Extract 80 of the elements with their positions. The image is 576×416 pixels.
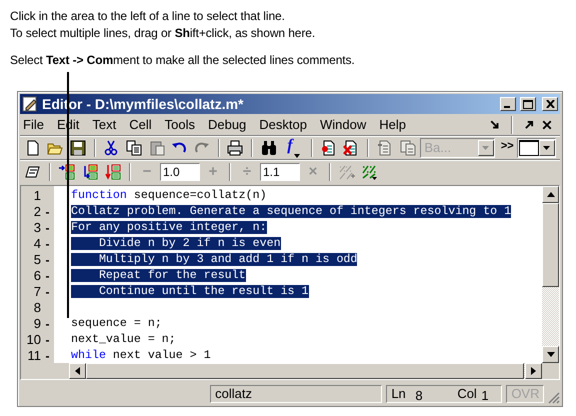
insert-cell-icon[interactable] [59,164,75,180]
line-number: 9 [32,315,41,334]
executable-line-marker: - [44,236,50,253]
cell-jump-icon[interactable] [82,164,98,180]
close-button[interactable] [542,97,558,111]
notepad-icon[interactable] [25,164,41,180]
caret-icon [294,154,300,158]
line-number: 7 [32,283,41,302]
menu-item[interactable]: Cell [129,114,152,134]
close-icon [546,100,554,108]
vertical-scrollbar[interactable] [542,186,559,363]
code-line[interactable]: sequence = n; [71,317,162,330]
caret-icon [482,146,490,150]
printer-icon[interactable] [227,140,244,156]
scissors-icon[interactable] [103,140,120,156]
save-icon[interactable] [70,140,86,156]
cell-down-icon[interactable] [105,164,121,180]
executable-line-marker: - [44,252,50,269]
caret-icon [543,146,550,150]
line-number: 5 [32,251,41,270]
input-field[interactable]: 1.1 [260,163,300,181]
code-area[interactable] [54,186,542,363]
line-number: 1 [32,187,41,206]
editor-app-icon [22,96,38,112]
line-number: 6 [32,267,41,286]
code-line[interactable]: while next value > 1 [71,349,211,362]
input-field[interactable]: 1.0 [160,163,200,181]
line-number: 2 [32,203,41,222]
copy-icon[interactable] [126,140,142,156]
dock-dropdown[interactable] [516,138,556,158]
line-number: 10 [26,331,41,350]
scroll-up-icon[interactable] [546,192,554,197]
more-button[interactable]: >> [500,138,514,154]
resize-grip-icon[interactable] [548,392,560,404]
executable-line-marker: - [44,348,50,363]
executable-line-marker: - [44,268,50,285]
scroll-down-icon[interactable] [546,352,554,357]
menu-item[interactable]: File [23,114,44,134]
status-value: 1 [481,386,490,405]
new-file-icon[interactable] [24,140,41,156]
file-name-panel: collatz [210,385,382,403]
executable-line-marker: - [44,284,50,301]
maximize-icon [523,100,533,108]
menu-item[interactable]: Desktop [259,114,307,134]
dock-icon[interactable] [524,120,534,130]
code-line[interactable]: next_value = n; [71,333,176,346]
code-line[interactable]: function sequence=collatz(n) [71,189,267,202]
scroll-left-icon[interactable] [75,367,80,375]
executable-line-marker: - [44,316,50,333]
undock-icon[interactable] [490,120,500,130]
function-button[interactable]: f [282,138,306,158]
window-title: Editor - D:\mymfiles\collatz.m* [42,94,244,114]
scrollbar-thumb[interactable] [542,203,559,287]
close-icon[interactable] [542,120,552,130]
binoculars-icon[interactable] [260,140,277,156]
line-number: 11 [26,347,41,363]
breakpoint-icon[interactable] [320,140,337,156]
menu-item[interactable]: Tools [164,114,195,134]
menu-item[interactable]: Window [320,114,366,134]
percent-icon[interactable] [362,164,378,180]
caption-text: To select multiple lines, drag or Shift+click, as shown here. [10,25,316,42]
minimize-button[interactable] [500,97,516,111]
caption-text: Click in the area to the left of a line to select that line. [10,8,286,25]
line-number: 3 [32,219,41,238]
executable-line-marker: - [44,220,50,237]
window-layout-icon [518,140,539,156]
menu-item[interactable]: Help [379,114,406,134]
menu-item[interactable]: Debug [208,114,246,134]
status-label: Col [457,385,478,404]
maximize-button[interactable] [520,97,536,111]
clear-breakpoints-icon[interactable] [343,140,360,156]
executable-line-marker: - [44,332,50,349]
line-number: 4 [32,235,41,254]
executable-line-marker: - [44,204,50,221]
scroll-right-icon[interactable] [531,367,536,375]
status-label: Ln [391,385,407,404]
line-number: 8 [32,299,41,318]
status-value: 8 [415,386,424,405]
caption-text: Select Text -> Comment to make all the selected lines comments. [10,52,356,69]
menu-item[interactable]: Text [92,114,116,134]
